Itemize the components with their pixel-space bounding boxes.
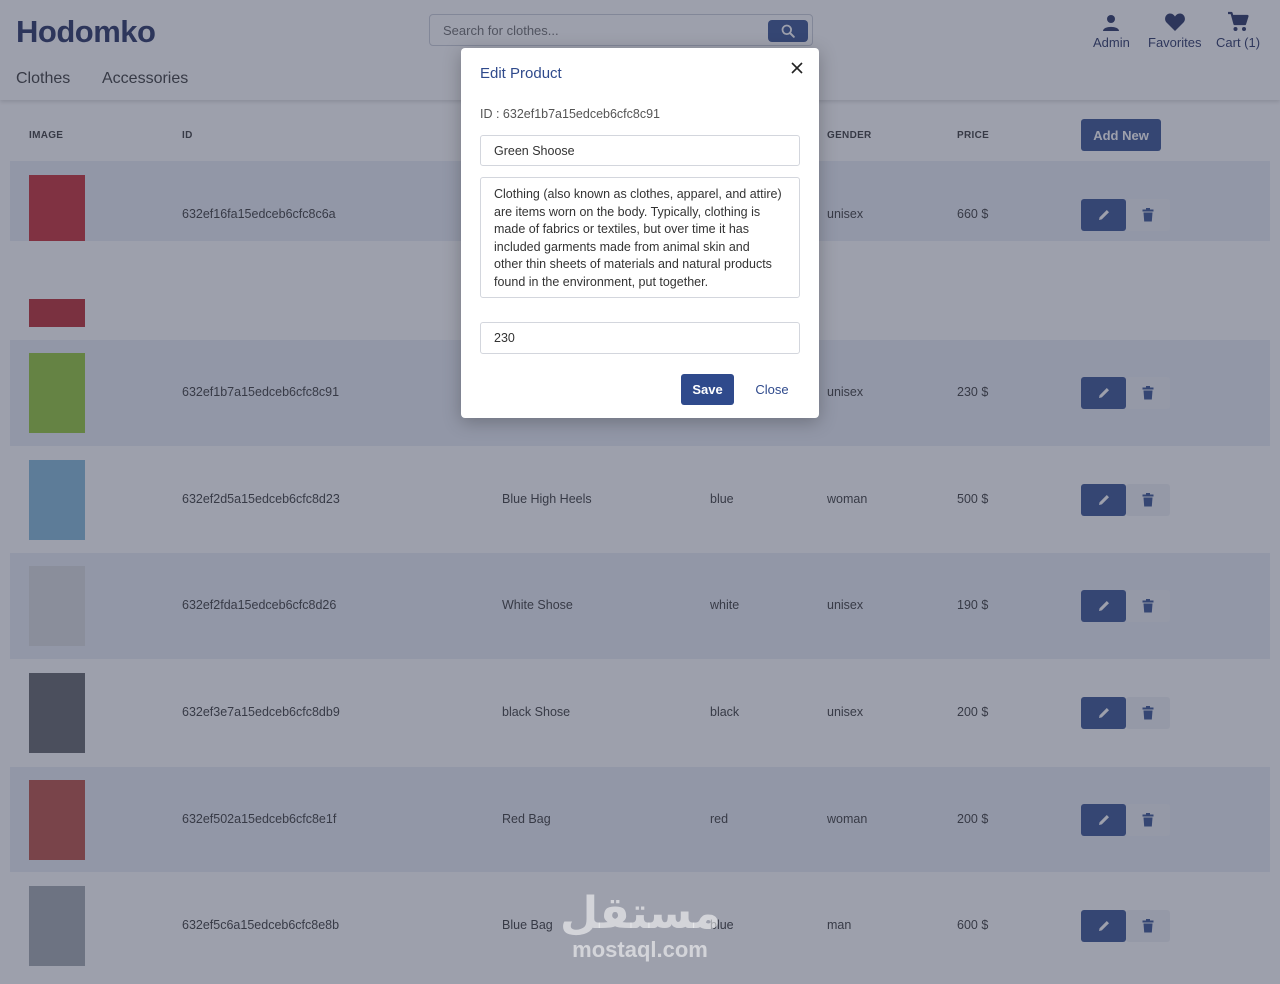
- description-line: Clothing (also known as clothes, apparel…: [494, 187, 782, 201]
- save-button[interactable]: Save: [681, 374, 734, 405]
- close-icon: [791, 62, 803, 74]
- description-line: found in the environment, put together.: [494, 274, 709, 289]
- watermark-latin: mostaql.com: [572, 937, 708, 962]
- description-line: included garments made from animal skin …: [494, 239, 750, 254]
- watermark-arabic: مستقل: [560, 889, 721, 938]
- edit-product-modal: Edit Product ID : 632ef1b7a15edceb6cfc8c…: [461, 48, 819, 418]
- watermark: مستقل mostaql.com: [560, 889, 721, 962]
- product-price-field[interactable]: [480, 322, 800, 354]
- product-name-field[interactable]: [480, 135, 800, 166]
- product-id-text: ID : 632ef1b7a15edceb6cfc8c91: [480, 107, 660, 121]
- description-line: made of fabrics or textiles, but over ti…: [494, 222, 749, 236]
- close-button[interactable]: Close: [748, 374, 796, 405]
- modal-title: Edit Product: [480, 65, 562, 82]
- description-line: other thin sheets of materials and natur…: [494, 257, 772, 271]
- modal-close-button[interactable]: [788, 59, 806, 77]
- product-description-field[interactable]: Clothing (also known as clothes, apparel…: [480, 177, 800, 298]
- description-line: are items worn on the body. Typically, c…: [494, 204, 761, 219]
